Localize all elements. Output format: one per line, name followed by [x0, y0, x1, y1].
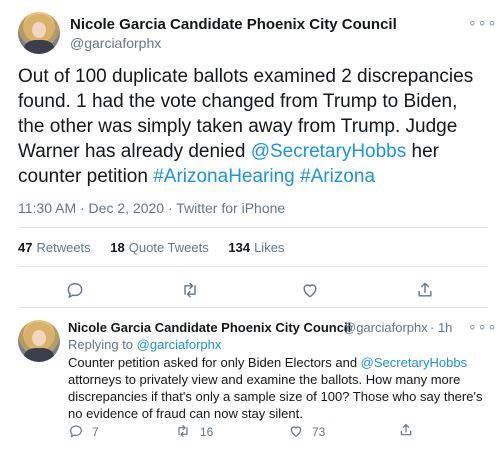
avatar-face — [32, 22, 46, 38]
replying-handle-link[interactable]: @garciaforphx — [137, 337, 222, 352]
retweets-count: 47 — [18, 240, 33, 255]
retweet-count: 16 — [200, 425, 214, 439]
reply-author-handle[interactable]: @garciaforphx — [343, 320, 428, 335]
like-count: 73 — [312, 425, 326, 439]
avatar[interactable] — [18, 12, 60, 54]
divider — [18, 307, 488, 308]
share-icon[interactable] — [415, 280, 435, 300]
hashtag-link[interactable]: #ArizonaHearing — [153, 166, 295, 187]
reply-text-part: attorneys to privately view and examine … — [68, 372, 483, 421]
mention-link[interactable]: @SecretaryHobbs — [251, 141, 407, 162]
replying-label: Replying to — [68, 337, 137, 352]
quote-label: Quote Tweets — [128, 240, 209, 255]
quote-tweets-stat[interactable]: 18 Quote Tweets — [110, 240, 208, 255]
author-handle[interactable]: @garciaforphx — [70, 35, 161, 51]
avatar-body — [24, 348, 54, 362]
reply-count: 7 — [92, 425, 99, 439]
reply-time[interactable]: · 1h — [430, 320, 452, 335]
more-icon[interactable]: ∘∘∘ — [468, 318, 497, 335]
reply-text-part: Counter petition asked for only Biden El… — [68, 355, 361, 370]
engagement-stats: 47 Retweets 18 Quote Tweets 134 Likes — [18, 240, 300, 255]
quote-count: 18 — [110, 240, 125, 255]
like-icon[interactable] — [288, 423, 304, 439]
likes-stat[interactable]: 134 Likes — [228, 240, 284, 255]
mention-link[interactable]: @SecretaryHobbs — [361, 355, 467, 370]
retweets-label: Retweets — [36, 240, 91, 255]
reply-icon[interactable] — [68, 423, 84, 439]
retweet-icon[interactable] — [175, 423, 191, 439]
reply-author-name[interactable]: Nicole Garcia Candidate Phoenix City Cou… — [68, 320, 351, 335]
retweets-stat[interactable]: 47 Retweets — [18, 240, 91, 255]
reply-icon[interactable] — [65, 280, 85, 300]
avatar-body — [24, 40, 54, 54]
author-name[interactable]: Nicole Garcia Candidate Phoenix City Cou… — [70, 16, 397, 33]
reply-text: Counter petition asked for only Biden El… — [68, 354, 488, 422]
likes-label: Likes — [254, 240, 285, 255]
share-icon[interactable] — [398, 422, 414, 438]
divider — [18, 227, 488, 228]
avatar-face — [32, 330, 46, 346]
retweet-icon[interactable] — [180, 280, 200, 300]
more-icon[interactable]: ∘∘∘ — [468, 14, 497, 31]
timestamp[interactable]: 11:30 AM · Dec 2, 2020 · Twitter for iPh… — [18, 200, 285, 216]
avatar[interactable] — [18, 320, 60, 362]
like-icon[interactable] — [300, 280, 320, 300]
hashtag-link[interactable]: #Arizona — [300, 166, 375, 187]
replying-to: Replying to @garciaforphx — [68, 337, 221, 352]
likes-count: 134 — [228, 240, 251, 255]
divider — [18, 266, 488, 267]
main-tweet: Nicole Garcia Candidate Phoenix City Cou… — [0, 0, 500, 308]
tweet-text: Out of 100 duplicate ballots examined 2 … — [18, 64, 483, 189]
